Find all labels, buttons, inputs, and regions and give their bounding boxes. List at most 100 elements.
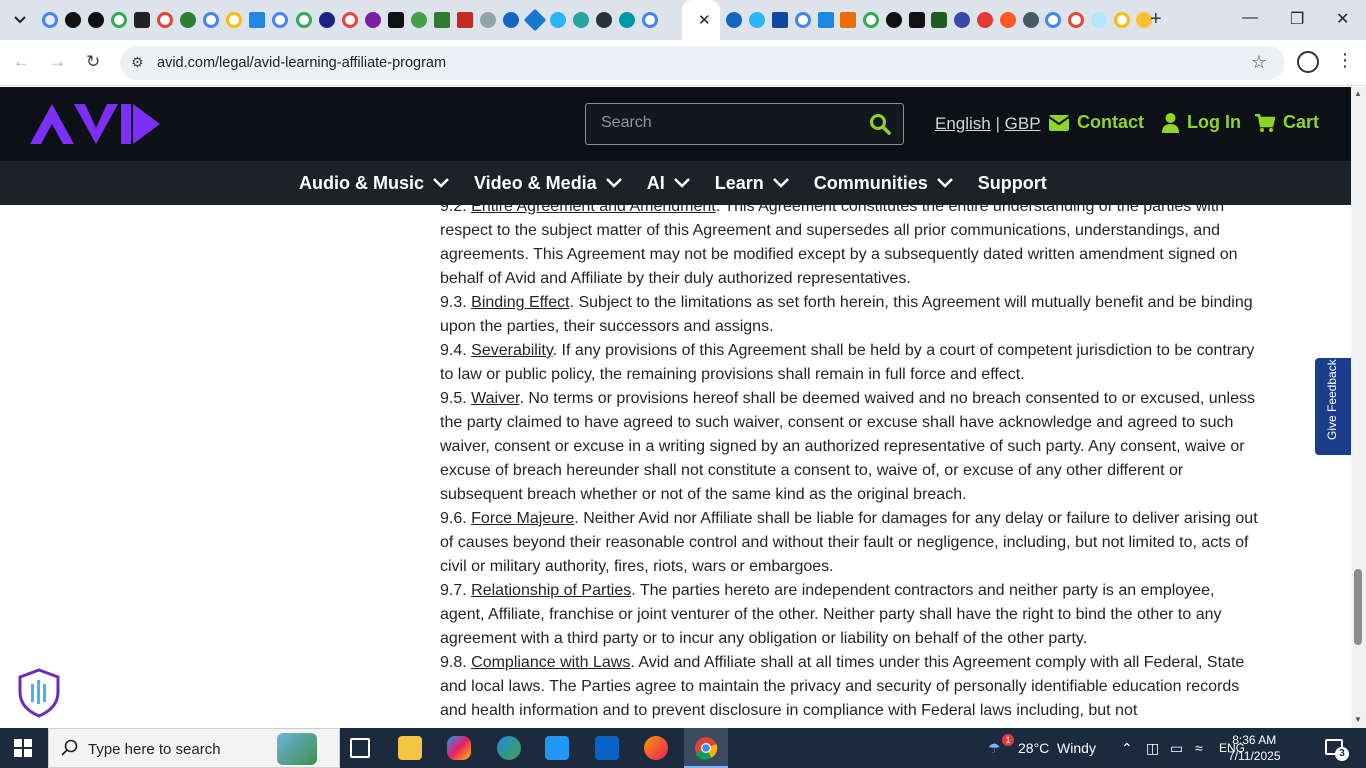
notification-center-icon[interactable]: 3 <box>1325 739 1349 761</box>
tab-favicon[interactable] <box>411 12 428 28</box>
new-tab-button[interactable]: + <box>1150 8 1162 31</box>
tab-favicon[interactable] <box>863 12 880 28</box>
scroll-thumb[interactable] <box>1354 569 1362 645</box>
tab-favicon[interactable] <box>249 12 266 28</box>
avid-logo[interactable] <box>30 104 160 144</box>
tab-favicon[interactable] <box>41 12 58 28</box>
tab-search-button[interactable] <box>8 8 32 32</box>
search-input[interactable] <box>601 114 861 132</box>
tab-favicon[interactable] <box>110 12 127 28</box>
scroll-down-arrow-icon[interactable]: ▼ <box>1354 715 1362 724</box>
scroll-up-arrow-icon[interactable]: ▲ <box>1354 89 1362 98</box>
tab-favicon[interactable] <box>64 12 81 28</box>
edge-icon[interactable] <box>497 736 521 760</box>
tab-favicon[interactable] <box>549 12 566 28</box>
tab-favicon[interactable] <box>295 12 312 28</box>
tab-favicon[interactable] <box>931 12 948 28</box>
tab-favicon[interactable] <box>318 12 335 28</box>
language-link[interactable]: English <box>935 114 991 133</box>
reload-button[interactable]: ↻ <box>86 52 100 72</box>
tab-favicon[interactable] <box>976 12 993 28</box>
tab-favicon[interactable] <box>840 12 857 28</box>
tab-favicon[interactable] <box>503 12 520 28</box>
tab-favicon[interactable] <box>908 12 925 28</box>
site-settings-icon[interactable]: ⚙ <box>131 54 144 71</box>
wifi-icon[interactable]: ≈ <box>1195 740 1203 756</box>
system-clock[interactable]: 8:36 AM 7/11/2025 <box>1228 732 1281 764</box>
nav-support[interactable]: Support <box>978 173 1047 194</box>
tab-favicon[interactable] <box>595 12 612 28</box>
tab-favicon[interactable] <box>272 12 289 28</box>
privacy-shield-icon[interactable] <box>17 668 61 718</box>
login-link[interactable]: Log In <box>1162 112 1241 133</box>
task-view-icon[interactable] <box>350 738 370 758</box>
chrome-taskbar-button[interactable] <box>684 728 728 768</box>
nav-learn[interactable]: Learn <box>715 173 789 194</box>
tab-favicon[interactable] <box>1022 12 1039 28</box>
profile-avatar[interactable] <box>1297 51 1319 73</box>
close-tab-icon[interactable]: ✕ <box>698 11 711 29</box>
tab-favicon[interactable] <box>954 12 971 28</box>
tab-favicon[interactable] <box>180 12 197 28</box>
section-9-5: 9.5. Waiver. No terms or provisions here… <box>440 387 1260 507</box>
forward-button[interactable]: → <box>49 52 66 72</box>
tab-favicon[interactable] <box>1068 12 1085 28</box>
nav-video-media[interactable]: Video & Media <box>474 173 622 194</box>
tab-favicon[interactable] <box>771 12 788 28</box>
firefox-icon[interactable] <box>644 736 668 760</box>
tab-favicon[interactable] <box>999 12 1016 28</box>
url-text[interactable]: avid.com/legal/avid-learning-affiliate-p… <box>157 55 446 71</box>
language-currency-selector[interactable]: English | GBP <box>935 114 1041 134</box>
tab-favicon[interactable] <box>157 12 174 28</box>
tab-favicon[interactable] <box>480 12 497 28</box>
search-icon[interactable] <box>869 113 891 135</box>
store-icon[interactable] <box>545 736 569 760</box>
tab-favicon[interactable] <box>434 12 451 28</box>
tab-favicon[interactable] <box>387 12 404 28</box>
tab-favicon[interactable] <box>794 12 811 28</box>
back-button[interactable]: ← <box>13 52 30 72</box>
tab-favicon[interactable] <box>749 12 766 28</box>
page-scrollbar[interactable]: ▲ ▼ <box>1351 87 1366 728</box>
tab-favicon[interactable] <box>885 12 902 28</box>
minimize-button[interactable]: — <box>1242 9 1258 27</box>
tab-favicon[interactable] <box>87 12 104 28</box>
battery-icon[interactable]: ▭ <box>1170 740 1183 757</box>
tab-favicon[interactable] <box>618 12 635 28</box>
tray-overflow-chevron-icon[interactable]: ⌃ <box>1121 740 1133 757</box>
close-window-button[interactable]: ✕ <box>1336 9 1349 29</box>
tab-favicon[interactable] <box>226 12 243 28</box>
active-tab[interactable]: ✕ <box>682 0 720 40</box>
currency-link[interactable]: GBP <box>1005 114 1041 133</box>
nav-communities[interactable]: Communities <box>814 173 953 194</box>
tab-favicon[interactable] <box>572 12 589 28</box>
meet-now-icon[interactable]: ◫ <box>1146 740 1159 757</box>
tab-favicon[interactable] <box>817 12 834 28</box>
tab-favicon[interactable] <box>726 12 743 28</box>
contact-link[interactable]: Contact <box>1049 112 1144 133</box>
tab-favicon[interactable] <box>641 12 658 28</box>
tab-favicon[interactable] <box>1090 12 1107 28</box>
tab-favicon[interactable] <box>203 12 220 28</box>
outlook-icon[interactable] <box>595 736 619 760</box>
tab-favicon[interactable] <box>457 12 474 28</box>
tab-favicon[interactable] <box>523 8 546 32</box>
file-explorer-icon[interactable] <box>398 736 422 760</box>
browser-menu-button[interactable]: ⋮ <box>1336 50 1354 71</box>
tab-favicon[interactable] <box>341 12 358 28</box>
give-feedback-button[interactable]: Give Feedback <box>1315 358 1351 455</box>
site-search[interactable] <box>585 103 904 145</box>
tab-favicon[interactable] <box>364 12 381 28</box>
tab-favicon[interactable] <box>1113 12 1130 28</box>
nav-audio-music[interactable]: Audio & Music <box>299 173 449 194</box>
nav-ai[interactable]: AI <box>647 173 690 194</box>
address-bar[interactable]: ⚙ avid.com/legal/avid-learning-affiliate… <box>120 46 1285 80</box>
windows-start-icon[interactable] <box>14 739 32 757</box>
copilot-icon[interactable] <box>447 736 471 760</box>
tab-favicon[interactable] <box>1045 12 1062 28</box>
maximize-button[interactable]: ❐ <box>1290 9 1304 29</box>
cart-link[interactable]: Cart <box>1255 112 1319 133</box>
bookmark-star-icon[interactable]: ☆ <box>1251 52 1267 73</box>
taskbar-search[interactable]: Type here to search <box>48 728 340 768</box>
tab-favicon[interactable] <box>133 12 150 28</box>
